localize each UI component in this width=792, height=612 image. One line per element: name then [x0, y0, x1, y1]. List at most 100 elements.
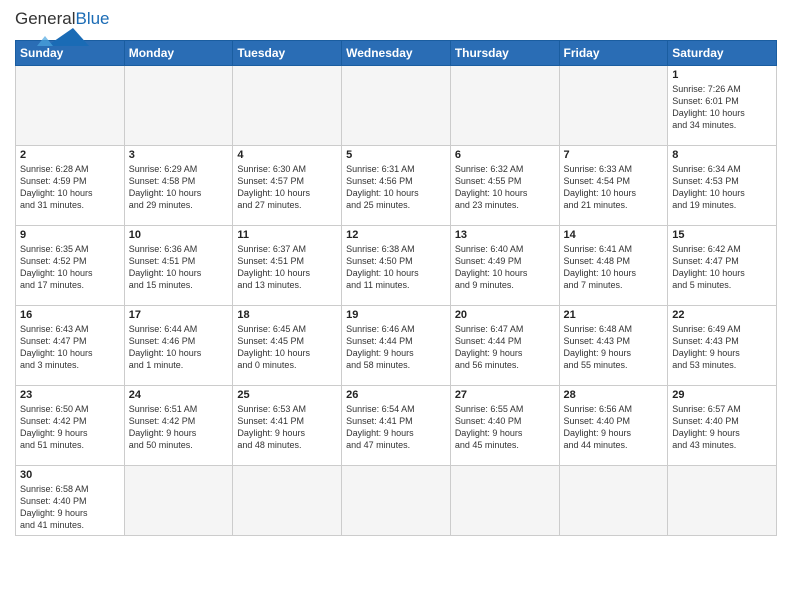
- calendar-day-cell: [559, 66, 668, 146]
- calendar-day-cell: [559, 466, 668, 536]
- calendar-day-cell: 15Sunrise: 6:42 AM Sunset: 4:47 PM Dayli…: [668, 226, 777, 306]
- logo-icon: [37, 28, 89, 46]
- day-number: 17: [129, 309, 229, 321]
- calendar-day-cell: 14Sunrise: 6:41 AM Sunset: 4:48 PM Dayli…: [559, 226, 668, 306]
- calendar-day-cell: 22 Sunrise: 6:49 AM Sunset: 4:43 PM Dayli…: [668, 306, 777, 386]
- day-number: 9: [20, 229, 120, 241]
- day-number: 21: [564, 309, 664, 321]
- day-info: Sunrise: 6:49 AM Sunset: 4:43 PM Dayligh…: [672, 323, 772, 372]
- day-info: Sunrise: 6:47 AM Sunset: 4:44 PM Dayligh…: [455, 323, 555, 372]
- day-info: Sunrise: 6:45 AM Sunset: 4:45 PM Dayligh…: [237, 323, 337, 372]
- calendar-day-cell: 24Sunrise: 6:51 AM Sunset: 4:42 PM Dayli…: [124, 386, 233, 466]
- calendar-day-cell: 27 Sunrise: 6:55 AM Sunset: 4:40 PM Dayli…: [450, 386, 559, 466]
- day-info: Sunrise: 6:28 AM Sunset: 4:59 PM Dayligh…: [20, 163, 120, 212]
- calendar-week-row: 9 Sunrise: 6:35 AM Sunset: 4:52 PM Daylig…: [16, 226, 777, 306]
- calendar-day-cell: [124, 66, 233, 146]
- calendar-day-cell: 7Sunrise: 6:33 AM Sunset: 4:54 PM Daylig…: [559, 146, 668, 226]
- day-info: Sunrise: 6:36 AM Sunset: 4:51 PM Dayligh…: [129, 243, 229, 292]
- day-number: 3: [129, 149, 229, 161]
- page: GeneralBlue SundayMondayTuesdayWednesday…: [0, 0, 792, 612]
- day-number: 2: [20, 149, 120, 161]
- day-info: Sunrise: 6:57 AM Sunset: 4:40 PM Dayligh…: [672, 403, 772, 452]
- calendar-day-cell: 13Sunrise: 6:40 AM Sunset: 4:49 PM Dayli…: [450, 226, 559, 306]
- day-number: 27: [455, 389, 555, 401]
- calendar-day-cell: [233, 466, 342, 536]
- day-info: Sunrise: 6:50 AM Sunset: 4:42 PM Dayligh…: [20, 403, 120, 452]
- calendar-day-cell: [450, 66, 559, 146]
- day-info: Sunrise: 6:54 AM Sunset: 4:41 PM Dayligh…: [346, 403, 446, 452]
- calendar-week-row: 16 Sunrise: 6:43 AM Sunset: 4:47 PM Dayli…: [16, 306, 777, 386]
- day-info: Sunrise: 6:37 AM Sunset: 4:51 PM Dayligh…: [237, 243, 337, 292]
- day-number: 22: [672, 309, 772, 321]
- calendar-day-cell: 30 Sunrise: 6:58 AM Sunset: 4:40 PM Dayli…: [16, 466, 125, 536]
- day-number: 5: [346, 149, 446, 161]
- day-info: Sunrise: 6:44 AM Sunset: 4:46 PM Dayligh…: [129, 323, 229, 372]
- day-info: Sunrise: 6:41 AM Sunset: 4:48 PM Dayligh…: [564, 243, 664, 292]
- calendar-day-cell: 23 Sunrise: 6:50 AM Sunset: 4:42 PM Dayli…: [16, 386, 125, 466]
- calendar-header-row: SundayMondayTuesdayWednesdayThursdayFrid…: [16, 41, 777, 66]
- day-number: 16: [20, 309, 120, 321]
- day-number: 11: [237, 229, 337, 241]
- weekday-header: Wednesday: [342, 41, 451, 66]
- day-info: Sunrise: 6:43 AM Sunset: 4:47 PM Dayligh…: [20, 323, 120, 372]
- calendar-week-row: 2 Sunrise: 6:28 AM Sunset: 4:59 PM Daylig…: [16, 146, 777, 226]
- day-info: Sunrise: 6:33 AM Sunset: 4:54 PM Dayligh…: [564, 163, 664, 212]
- day-number: 28: [564, 389, 664, 401]
- day-number: 25: [237, 389, 337, 401]
- calendar-day-cell: 12Sunrise: 6:38 AM Sunset: 4:50 PM Dayli…: [342, 226, 451, 306]
- day-number: 12: [346, 229, 446, 241]
- day-info: Sunrise: 6:55 AM Sunset: 4:40 PM Dayligh…: [455, 403, 555, 452]
- calendar-day-cell: 2 Sunrise: 6:28 AM Sunset: 4:59 PM Daylig…: [16, 146, 125, 226]
- calendar-day-cell: 28 Sunrise: 6:56 AM Sunset: 4:40 PM Dayli…: [559, 386, 668, 466]
- day-number: 20: [455, 309, 555, 321]
- calendar-day-cell: 9 Sunrise: 6:35 AM Sunset: 4:52 PM Daylig…: [16, 226, 125, 306]
- calendar-week-row: 23 Sunrise: 6:50 AM Sunset: 4:42 PM Dayli…: [16, 386, 777, 466]
- day-info: Sunrise: 6:34 AM Sunset: 4:53 PM Dayligh…: [672, 163, 772, 212]
- day-number: 18: [237, 309, 337, 321]
- logo-blue: Blue: [75, 9, 109, 28]
- day-number: 10: [129, 229, 229, 241]
- day-info: Sunrise: 6:58 AM Sunset: 4:40 PM Dayligh…: [20, 483, 120, 532]
- calendar-day-cell: [342, 66, 451, 146]
- day-info: Sunrise: 6:51 AM Sunset: 4:42 PM Dayligh…: [129, 403, 229, 452]
- calendar-day-cell: 29Sunrise: 6:57 AM Sunset: 4:40 PM Dayli…: [668, 386, 777, 466]
- day-info: Sunrise: 6:46 AM Sunset: 4:44 PM Dayligh…: [346, 323, 446, 372]
- day-info: Sunrise: 6:53 AM Sunset: 4:41 PM Dayligh…: [237, 403, 337, 452]
- calendar-week-row: 30 Sunrise: 6:58 AM Sunset: 4:40 PM Dayli…: [16, 466, 777, 536]
- day-info: Sunrise: 7:26 AM Sunset: 6:01 PM Dayligh…: [672, 83, 772, 132]
- calendar-day-cell: 18 Sunrise: 6:45 AM Sunset: 4:45 PM Dayli…: [233, 306, 342, 386]
- day-number: 23: [20, 389, 120, 401]
- day-info: Sunrise: 6:42 AM Sunset: 4:47 PM Dayligh…: [672, 243, 772, 292]
- day-number: 13: [455, 229, 555, 241]
- calendar-day-cell: 1Sunrise: 7:26 AM Sunset: 6:01 PM Daylig…: [668, 66, 777, 146]
- header: GeneralBlue: [15, 10, 777, 32]
- day-number: 8: [672, 149, 772, 161]
- day-number: 6: [455, 149, 555, 161]
- calendar-day-cell: 4Sunrise: 6:30 AM Sunset: 4:57 PM Daylig…: [233, 146, 342, 226]
- calendar-table: SundayMondayTuesdayWednesdayThursdayFrid…: [15, 40, 777, 536]
- calendar-day-cell: 6 Sunrise: 6:32 AM Sunset: 4:55 PM Daylig…: [450, 146, 559, 226]
- calendar-day-cell: 21 Sunrise: 6:48 AM Sunset: 4:43 PM Dayli…: [559, 306, 668, 386]
- day-info: Sunrise: 6:48 AM Sunset: 4:43 PM Dayligh…: [564, 323, 664, 372]
- calendar-day-cell: 11 Sunrise: 6:37 AM Sunset: 4:51 PM Dayli…: [233, 226, 342, 306]
- day-number: 19: [346, 309, 446, 321]
- weekday-header: Thursday: [450, 41, 559, 66]
- weekday-header: Saturday: [668, 41, 777, 66]
- logo: GeneralBlue: [15, 10, 110, 32]
- weekday-header: Friday: [559, 41, 668, 66]
- calendar-day-cell: 26 Sunrise: 6:54 AM Sunset: 4:41 PM Dayli…: [342, 386, 451, 466]
- calendar-day-cell: [450, 466, 559, 536]
- day-info: Sunrise: 6:35 AM Sunset: 4:52 PM Dayligh…: [20, 243, 120, 292]
- calendar-day-cell: 20 Sunrise: 6:47 AM Sunset: 4:44 PM Dayli…: [450, 306, 559, 386]
- day-number: 30: [20, 469, 120, 481]
- day-info: Sunrise: 6:32 AM Sunset: 4:55 PM Dayligh…: [455, 163, 555, 212]
- calendar-day-cell: 19 Sunrise: 6:46 AM Sunset: 4:44 PM Dayli…: [342, 306, 451, 386]
- calendar-day-cell: 3Sunrise: 6:29 AM Sunset: 4:58 PM Daylig…: [124, 146, 233, 226]
- calendar-day-cell: 8 Sunrise: 6:34 AM Sunset: 4:53 PM Daylig…: [668, 146, 777, 226]
- logo-general: General: [15, 9, 75, 28]
- day-number: 26: [346, 389, 446, 401]
- calendar-day-cell: 5Sunrise: 6:31 AM Sunset: 4:56 PM Daylig…: [342, 146, 451, 226]
- weekday-header: Monday: [124, 41, 233, 66]
- calendar-day-cell: [668, 466, 777, 536]
- day-info: Sunrise: 6:56 AM Sunset: 4:40 PM Dayligh…: [564, 403, 664, 452]
